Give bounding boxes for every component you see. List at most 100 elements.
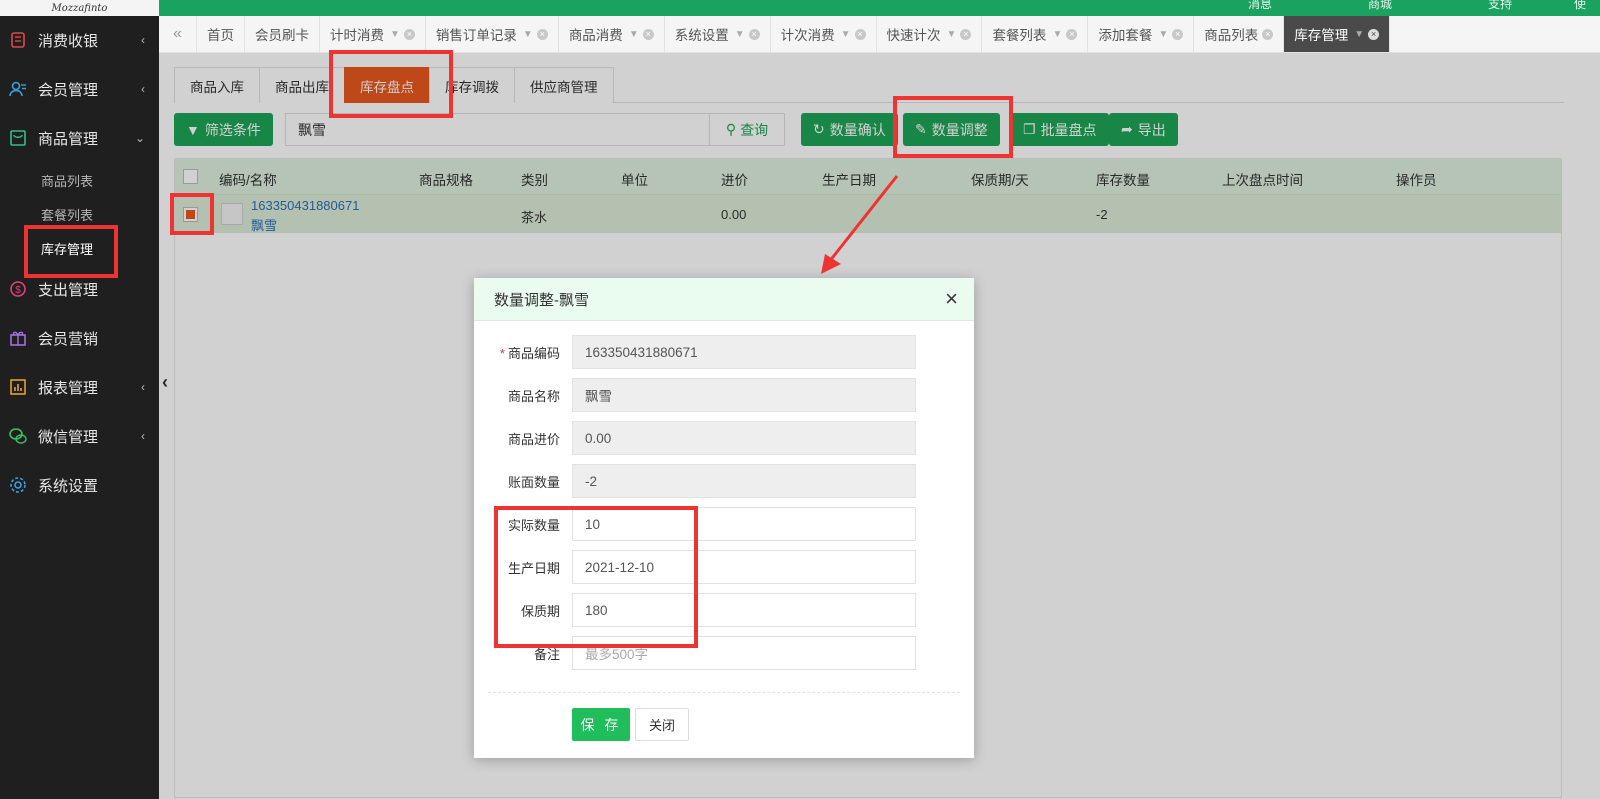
tab-label: 库存管理	[1294, 28, 1349, 43]
tab-label: 套餐列表	[992, 28, 1047, 43]
tab-system-settings[interactable]: 系统设置 ▼ ×	[665, 16, 771, 52]
dialog-title: 数量调整-飘雪	[494, 291, 589, 309]
annotation-box-modal-fields	[494, 506, 698, 648]
sidebar-item-members[interactable]: 会员管理 ‹	[0, 65, 159, 114]
tab-goods-consumption[interactable]: 商品消费 ▼ ×	[559, 16, 665, 52]
sidebar-item-wechat[interactable]: 微信管理 ‹	[0, 412, 159, 461]
annotation-box-inventory-menu	[24, 225, 118, 278]
close-icon[interactable]: ×	[945, 288, 958, 310]
tab-label: 首页	[207, 28, 234, 43]
field-label: 商品名称	[507, 389, 560, 404]
save-button[interactable]: 保 存	[572, 708, 630, 741]
chart-icon	[10, 379, 26, 395]
sidebar-item-label: 消费收银	[38, 33, 99, 50]
tab-count-consumption[interactable]: 计次消费 ▼ ×	[771, 16, 877, 52]
purchase-price-input[interactable]: 0.00	[572, 421, 916, 455]
annotation-arrow-icon	[821, 175, 899, 274]
tab-label: 商品列表	[1204, 28, 1259, 43]
tab-label: 计时消费	[330, 28, 384, 43]
tab-home[interactable]: 首页	[197, 16, 245, 52]
tab-label: 销售订单记录	[435, 28, 517, 43]
annotation-box-stocktake-tab	[329, 50, 453, 118]
pin-icon[interactable]: ▼	[1052, 29, 1062, 40]
tab-sales-orders[interactable]: 销售订单记录 ▼ ×	[426, 16, 559, 52]
top-link-support[interactable]: 支持	[1440, 0, 1560, 10]
product-name-input[interactable]: 飘雪	[572, 378, 916, 412]
close-icon[interactable]: ×	[1368, 28, 1380, 40]
tab-add-package[interactable]: 添加套餐 ▼ ×	[1088, 16, 1195, 52]
sidebar-item-goods[interactable]: 商品管理 ⌄	[0, 114, 159, 163]
chevron-left-icon: ‹	[141, 380, 145, 394]
pin-icon[interactable]: ▼	[735, 29, 745, 40]
tabs-scroll-left-button[interactable]: «	[159, 16, 197, 52]
sidebar-item-label: 微信管理	[38, 429, 99, 446]
subitem-label: 商品列表	[41, 173, 94, 189]
pin-icon[interactable]: ▼	[390, 29, 400, 40]
gift-icon	[10, 331, 26, 346]
field-purchase-price: 商品进价 0.00	[474, 421, 974, 455]
cash-register-icon	[11, 32, 25, 48]
close-icon[interactable]: ×	[1262, 28, 1274, 40]
top-link-mall[interactable]: 商城	[1320, 0, 1440, 10]
dialog-divider	[488, 692, 960, 693]
pin-icon[interactable]: ▼	[841, 29, 851, 40]
svg-text:$: $	[15, 285, 21, 296]
tab-member-card[interactable]: 会员刷卡	[245, 16, 320, 52]
chevron-left-icon: ‹	[141, 82, 145, 96]
product-code-input[interactable]: 163350431880671	[572, 335, 916, 369]
sidebar-item-marketing[interactable]: 会员营销	[0, 314, 159, 363]
tab-label: 添加套餐	[1098, 28, 1153, 43]
pin-icon[interactable]: ▼	[1354, 29, 1364, 40]
sidebar-item-label: 会员营销	[38, 331, 99, 348]
sidebar-item-label: 报表管理	[38, 380, 99, 397]
close-icon[interactable]: ×	[1066, 28, 1078, 40]
sidebar-subitem-goods-list[interactable]: 商品列表	[0, 163, 159, 197]
required-mark: *	[499, 346, 505, 361]
sidebar-item-label: 支出管理	[38, 282, 99, 299]
pin-icon[interactable]: ▼	[947, 29, 957, 40]
field-label: 商品进价	[507, 432, 560, 447]
top-link-messages[interactable]: 消息	[1200, 0, 1320, 10]
sidebar-item-label: 系统设置	[38, 478, 99, 495]
book-quantity-input[interactable]: -2	[572, 464, 916, 498]
field-label: 账面数量	[507, 475, 560, 490]
page-tab-bar: « 首页 会员刷卡 计时消费 ▼ × 销售订单记录 ▼ × 商品消费 ▼ × 系统设置 ▼ × …	[159, 16, 1600, 53]
close-icon[interactable]: ×	[748, 28, 760, 40]
pin-icon[interactable]: ▼	[523, 29, 533, 40]
chevron-left-icon: ‹	[141, 429, 145, 443]
top-link-user[interactable]: 使	[1560, 0, 1600, 10]
pin-icon[interactable]: ▼	[1158, 29, 1168, 40]
chevron-left-icon: ‹	[141, 33, 145, 47]
close-icon[interactable]: ×	[1172, 28, 1184, 40]
tab-quick-count[interactable]: 快速计次 ▼ ×	[877, 16, 983, 52]
tab-goods-list[interactable]: 商品列表 ×	[1194, 16, 1285, 52]
sidebar: 消费收银 ‹ 会员管理 ‹ 商品管理 ⌄ 商品列表 套餐列表 库存管理 $ 支出…	[0, 16, 159, 799]
tab-label: 计次消费	[780, 28, 835, 43]
tab-label: 快速计次	[886, 28, 941, 43]
tab-label: 商品消费	[568, 28, 623, 43]
tab-package-list[interactable]: 套餐列表 ▼ ×	[982, 16, 1089, 52]
subitem-label: 套餐列表	[41, 207, 94, 223]
annotation-box-adjust-button	[893, 96, 1013, 158]
tab-timed-consumption[interactable]: 计时消费 ▼ ×	[320, 16, 426, 52]
sidebar-item-cashier[interactable]: 消费收银 ‹	[0, 16, 159, 65]
sidebar-item-label: 商品管理	[38, 131, 99, 148]
pin-icon[interactable]: ▼	[629, 29, 639, 40]
close-icon[interactable]: ×	[854, 28, 866, 40]
tab-inventory[interactable]: 库存管理 ▼ ×	[1284, 16, 1391, 52]
tab-label: 系统设置	[674, 28, 729, 43]
field-label-text: 商品编码	[507, 346, 560, 361]
close-icon[interactable]: ×	[403, 28, 415, 40]
close-button[interactable]: 关闭	[635, 708, 689, 741]
close-icon[interactable]: ×	[642, 28, 654, 40]
top-nav: 消息 商城 支持 使	[1200, 0, 1600, 16]
gear-icon	[10, 477, 26, 493]
goods-icon	[10, 130, 26, 146]
sidebar-item-settings[interactable]: 系统设置	[0, 461, 159, 510]
sidebar-item-reports[interactable]: 报表管理 ‹	[0, 363, 159, 412]
close-icon[interactable]: ×	[960, 28, 972, 40]
expense-icon: $	[10, 281, 26, 297]
sidebar-item-label: 会员管理	[38, 82, 99, 99]
tab-label: 会员刷卡	[255, 28, 309, 43]
close-icon[interactable]: ×	[536, 28, 548, 40]
